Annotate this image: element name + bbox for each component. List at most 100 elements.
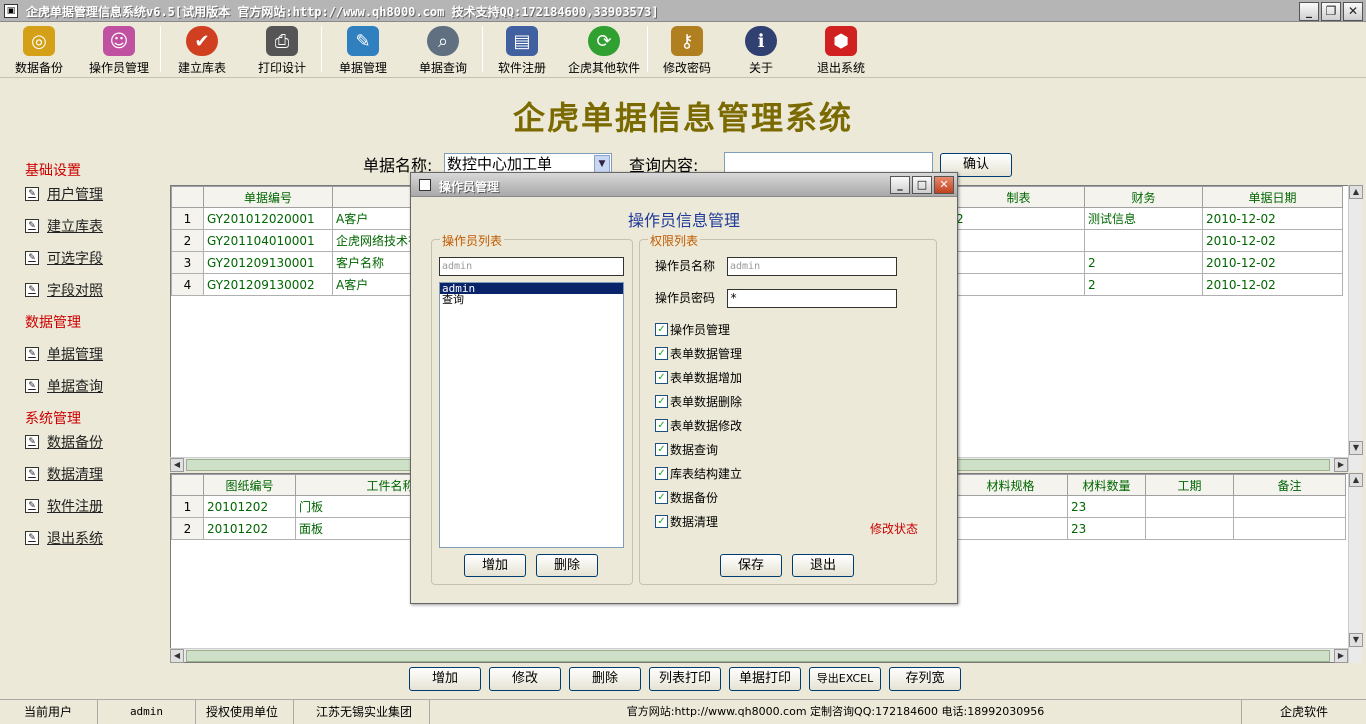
cell-finance[interactable]: 测试信息: [1084, 207, 1203, 230]
sidebar-item-doc-query[interactable]: ✎ 单据查询: [25, 376, 103, 396]
toolbar-backup-button[interactable]: ◎ 数据备份: [0, 22, 78, 76]
dialog-maximize-button[interactable]: □: [912, 176, 932, 194]
add-operator-button[interactable]: 增加: [464, 554, 526, 577]
detail-grid-hscroll[interactable]: ◀ ▶: [170, 648, 1348, 663]
dialog-title-bar[interactable]: 操作员管理 _ □ ✕: [411, 173, 957, 197]
sidebar-item-doc-manage[interactable]: ✎ 单据管理: [25, 344, 103, 364]
sidebar-item-optional-fields[interactable]: ✎ 可选字段: [25, 248, 103, 268]
perm-form-delete[interactable]: ✓ 表单数据删除: [655, 393, 742, 410]
toolbar-operator-button[interactable]: ☺ 操作员管理: [78, 22, 160, 76]
dialog-minimize-button[interactable]: _: [890, 176, 910, 194]
cell-drawing-no[interactable]: 20101202: [203, 517, 296, 540]
save-column-width-button[interactable]: 存列宽: [889, 667, 961, 691]
sidebar-item-field-mapping[interactable]: ✎ 字段对照: [25, 280, 103, 300]
query-input[interactable]: [724, 152, 933, 174]
operator-password-input[interactable]: *: [727, 289, 897, 308]
detail-grid-vscroll[interactable]: ▲ ▼: [1348, 473, 1363, 663]
checkbox-checked-icon[interactable]: ✓: [655, 347, 668, 360]
toolbar-doc-manage-button[interactable]: ✎ 单据管理: [322, 22, 404, 76]
scroll-left-icon[interactable]: ◀: [170, 458, 184, 472]
close-button[interactable]: ✕: [1343, 2, 1363, 21]
perm-data-backup[interactable]: ✓ 数据备份: [655, 489, 718, 506]
cell-note[interactable]: [1233, 495, 1346, 518]
cell-doc-id[interactable]: GY201104010001: [203, 229, 333, 252]
column-header[interactable]: [171, 186, 204, 208]
operator-name-input[interactable]: admin: [727, 257, 897, 276]
toolbar-doc-query-button[interactable]: ⌕ 单据查询: [404, 22, 482, 76]
operator-list-item[interactable]: admin: [440, 283, 623, 294]
cell-doc-id[interactable]: GY201209130001: [203, 251, 333, 274]
perm-form-edit[interactable]: ✓ 表单数据修改: [655, 417, 742, 434]
checkbox-checked-icon[interactable]: ✓: [655, 395, 668, 408]
sidebar-item-user-manage[interactable]: ✎ 用户管理: [25, 184, 103, 204]
operator-listbox[interactable]: admin 查询: [439, 282, 624, 548]
perm-table-build[interactable]: ✓ 库表结构建立: [655, 465, 742, 482]
cell-drawing-no[interactable]: 20101202: [203, 495, 296, 518]
toolbar-change-password-button[interactable]: ⚷ 修改密码: [648, 22, 726, 76]
perm-form-manage[interactable]: ✓ 表单数据管理: [655, 345, 742, 362]
cell-material-spec[interactable]: [953, 517, 1068, 540]
minimize-button[interactable]: _: [1299, 2, 1319, 21]
column-header[interactable]: [171, 474, 204, 496]
column-header[interactable]: 备注: [1233, 474, 1346, 496]
scroll-left-icon[interactable]: ◀: [170, 649, 184, 663]
exit-button[interactable]: 退出: [792, 554, 854, 577]
cell-date[interactable]: 2010-12-02: [1202, 207, 1343, 230]
column-header[interactable]: 图纸编号: [203, 474, 296, 496]
cell-finance[interactable]: 2: [1084, 251, 1203, 274]
restore-button[interactable]: ❐: [1321, 2, 1341, 21]
cell-finance[interactable]: 2: [1084, 273, 1203, 296]
scroll-up-icon[interactable]: ▲: [1349, 185, 1363, 199]
cell-date[interactable]: 2010-12-02: [1202, 229, 1343, 252]
scroll-right-icon[interactable]: ▶: [1334, 458, 1348, 472]
perm-operator-manage[interactable]: ✓ 操作员管理: [655, 321, 730, 338]
sidebar-item-backup[interactable]: ✎ 数据备份: [25, 432, 103, 452]
checkbox-checked-icon[interactable]: ✓: [655, 467, 668, 480]
chevron-down-icon[interactable]: ▼: [594, 155, 610, 173]
operator-filter-input[interactable]: admin: [439, 257, 624, 276]
edit-button[interactable]: 修改: [489, 667, 561, 691]
cell-material-qty[interactable]: 23: [1067, 517, 1146, 540]
column-header[interactable]: 单据编号: [203, 186, 333, 208]
cell-maker[interactable]: 2: [952, 207, 1085, 230]
toolbar-build-table-button[interactable]: ✔ 建立库表: [161, 22, 243, 76]
toolbar-other-software-button[interactable]: ⟳ 企虎其他软件: [561, 22, 647, 76]
save-button[interactable]: 保存: [720, 554, 782, 577]
sidebar-item-register[interactable]: ✎ 软件注册: [25, 496, 103, 516]
scroll-up-icon[interactable]: ▲: [1349, 473, 1363, 487]
toolbar-exit-button[interactable]: ⬢ 退出系统: [796, 22, 886, 76]
cell-maker[interactable]: [952, 273, 1085, 296]
toolbar-print-design-button[interactable]: ⎙ 打印设计: [243, 22, 321, 76]
cell-material-qty[interactable]: 23: [1067, 495, 1146, 518]
doc-print-button[interactable]: 单据打印: [729, 667, 801, 691]
cell-doc-id[interactable]: GY201012020001: [203, 207, 333, 230]
cell-note[interactable]: [1233, 517, 1346, 540]
checkbox-checked-icon[interactable]: ✓: [655, 419, 668, 432]
toolbar-register-button[interactable]: ▤ 软件注册: [483, 22, 561, 76]
column-header[interactable]: 材料数量: [1067, 474, 1146, 496]
scroll-right-icon[interactable]: ▶: [1334, 649, 1348, 663]
add-button[interactable]: 增加: [409, 667, 481, 691]
scroll-down-icon[interactable]: ▼: [1349, 441, 1363, 455]
cell-date[interactable]: 2010-12-02: [1202, 273, 1343, 296]
cell-date[interactable]: 2010-12-02: [1202, 251, 1343, 274]
sidebar-item-exit[interactable]: ✎ 退出系统: [25, 528, 103, 548]
cell-period[interactable]: [1145, 517, 1234, 540]
checkbox-checked-icon[interactable]: ✓: [655, 515, 668, 528]
checkbox-checked-icon[interactable]: ✓: [655, 491, 668, 504]
cell-material-spec[interactable]: [953, 495, 1068, 518]
scroll-down-icon[interactable]: ▼: [1349, 633, 1363, 647]
export-excel-button[interactable]: 导出EXCEL: [809, 667, 881, 691]
cell-maker[interactable]: [952, 229, 1085, 252]
delete-button[interactable]: 删除: [569, 667, 641, 691]
checkbox-checked-icon[interactable]: ✓: [655, 443, 668, 456]
delete-operator-button[interactable]: 删除: [536, 554, 598, 577]
column-header[interactable]: 工期: [1145, 474, 1234, 496]
perm-data-cleanup[interactable]: ✓ 数据清理: [655, 513, 718, 530]
sidebar-item-build-table[interactable]: ✎ 建立库表: [25, 216, 103, 236]
checkbox-checked-icon[interactable]: ✓: [655, 371, 668, 384]
top-grid-vscroll[interactable]: ▲ ▼: [1348, 185, 1363, 471]
column-header[interactable]: 制表: [952, 186, 1085, 208]
checkbox-checked-icon[interactable]: ✓: [655, 323, 668, 336]
cell-period[interactable]: [1145, 495, 1234, 518]
